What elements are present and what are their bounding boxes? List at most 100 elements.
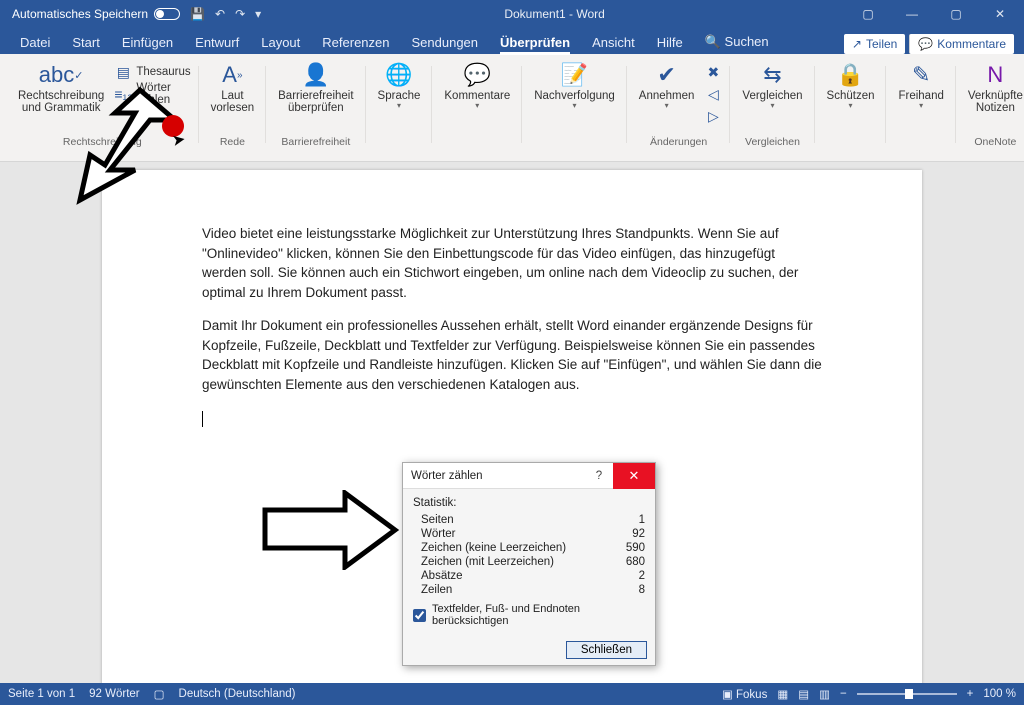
paragraph-1: Video bietet eine leistungsstarke Möglic… xyxy=(202,224,822,302)
tab-referenzen[interactable]: Referenzen xyxy=(312,31,399,54)
zoom-in[interactable]: + xyxy=(967,688,974,700)
status-proof-icon[interactable]: ▢ xyxy=(154,687,165,701)
reject-button[interactable]: ✖ xyxy=(702,62,724,82)
maximize-icon[interactable]: ▢ xyxy=(936,7,976,21)
accept-button[interactable]: ✔ Annehmen ▾ xyxy=(633,58,701,112)
compare-icon: ⇆ xyxy=(763,60,781,90)
zoom-slider[interactable] xyxy=(857,693,957,695)
comments-button[interactable]: 💬Kommentare xyxy=(909,34,1014,54)
minimize-icon[interactable]: — xyxy=(892,7,932,21)
tracking-icon: 📝 xyxy=(561,60,588,90)
group-onenote: N Verknüpfte Notizen OneNote xyxy=(956,58,1024,161)
view-print-icon[interactable]: ▤ xyxy=(798,687,809,701)
share-button[interactable]: ↗Teilen xyxy=(844,34,905,54)
thesaurus-button[interactable]: ▤Thesaurus xyxy=(112,62,192,82)
language-button[interactable]: 🌐 Sprache ▾ xyxy=(372,58,427,112)
group-read: A» Laut vorlesen Rede xyxy=(199,58,266,161)
close-icon[interactable]: ✕ xyxy=(980,7,1020,21)
stats-header: Statistik: xyxy=(413,497,645,509)
read-aloud-button[interactable]: A» Laut vorlesen xyxy=(205,58,260,116)
dialog-close-action[interactable]: Schließen xyxy=(566,641,647,659)
reject-icon: ✖ xyxy=(704,64,722,81)
prev-icon: ◁ xyxy=(704,86,722,103)
tab-layout[interactable]: Layout xyxy=(251,31,310,54)
stat-row: Absätze2 xyxy=(413,569,645,583)
status-page[interactable]: Seite 1 von 1 xyxy=(8,688,75,700)
ribbon-tabs: Datei Start Einfügen Entwurf Layout Refe… xyxy=(0,28,1024,54)
chevron-down-icon: ▾ xyxy=(665,101,669,110)
zoom-value[interactable]: 100 % xyxy=(983,688,1016,700)
tab-entwurf[interactable]: Entwurf xyxy=(185,31,249,54)
protect-button[interactable]: 🔒 Schützen ▾ xyxy=(821,58,881,112)
chevron-down-icon: ▾ xyxy=(397,101,401,110)
zoom-out[interactable]: − xyxy=(840,688,847,700)
chevron-down-icon: ▾ xyxy=(770,101,774,110)
group-compare: ⇆ Vergleichen ▾ Vergleichen xyxy=(730,58,814,161)
ink-button[interactable]: ✎ Freihand ▾ xyxy=(892,58,949,112)
group-tracking: 📝 Nachverfolgung ▾ xyxy=(522,58,627,161)
chevron-down-icon: ▾ xyxy=(849,101,853,110)
ribbon-options-icon[interactable]: ▢ xyxy=(848,7,888,21)
undo-icon[interactable]: ↶ xyxy=(215,7,225,21)
prev-button[interactable]: ◁ xyxy=(702,84,724,104)
comment-icon: 💬 xyxy=(464,60,491,90)
status-bar: Seite 1 von 1 92 Wörter ▢ Deutsch (Deuts… xyxy=(0,683,1024,705)
toggle-icon[interactable] xyxy=(154,8,180,20)
checkbox-input[interactable] xyxy=(413,609,426,622)
compare-button[interactable]: ⇆ Vergleichen ▾ xyxy=(736,58,808,112)
chevron-down-icon: ▾ xyxy=(475,101,479,110)
pen-icon: ✎ xyxy=(912,60,930,90)
group-comments: 💬 Kommentare ▾ xyxy=(432,58,522,161)
onenote-button[interactable]: N Verknüpfte Notizen xyxy=(962,58,1024,116)
group-accessibility: 👤 Barrierefreiheit überprüfen Barrierefr… xyxy=(266,58,365,161)
save-icon[interactable]: 💾 xyxy=(190,7,205,21)
book-icon: ▤ xyxy=(114,64,132,81)
status-words[interactable]: 92 Wörter xyxy=(89,688,140,700)
view-web-icon[interactable]: ▥ xyxy=(819,687,830,701)
tab-start[interactable]: Start xyxy=(62,31,109,54)
tab-datei[interactable]: Datei xyxy=(10,31,60,54)
dialog-help-button[interactable]: ? xyxy=(585,470,613,482)
word-count-dialog: Wörter zählen ? ✕ Statistik: Seiten1 Wör… xyxy=(402,462,656,666)
focus-mode[interactable]: ▣ Fokus xyxy=(722,687,767,701)
dialog-title: Wörter zählen xyxy=(403,470,585,482)
next-button[interactable]: ▷ xyxy=(702,106,724,126)
comment-icon: 💬 xyxy=(918,37,933,51)
tab-search[interactable]: 🔍 Suchen xyxy=(695,30,779,54)
redo-icon[interactable]: ↷ xyxy=(235,7,245,21)
accessibility-button[interactable]: 👤 Barrierefreiheit überprüfen xyxy=(272,58,359,116)
paragraph-2: Damit Ihr Dokument ein professionelles A… xyxy=(202,316,822,394)
tracking-dropdown[interactable]: 📝 Nachverfolgung ▾ xyxy=(528,58,621,112)
share-icon: ↗ xyxy=(852,37,862,51)
include-textboxes-checkbox[interactable]: Textfelder, Fuß- und Endnoten berücksich… xyxy=(413,603,645,627)
group-protect: 🔒 Schützen ▾ xyxy=(815,58,887,161)
tab-ansicht[interactable]: Ansicht xyxy=(582,31,645,54)
accept-icon: ✔ xyxy=(657,60,675,90)
next-icon: ▷ xyxy=(704,108,722,125)
lock-icon: 🔒 xyxy=(837,60,864,90)
autosave-label: Automatisches Speichern xyxy=(12,7,148,21)
dialog-close-button[interactable]: ✕ xyxy=(613,463,655,489)
group-changes: ✔ Annehmen ▾ ✖ ◁ ▷ Änderungen xyxy=(627,58,731,161)
status-language[interactable]: Deutsch (Deutschland) xyxy=(179,688,296,700)
accessibility-icon: 👤 xyxy=(302,60,329,90)
view-read-icon[interactable]: ▦ xyxy=(777,687,788,701)
globe-icon: 🌐 xyxy=(385,60,412,90)
annotation-arrow-1 xyxy=(40,85,180,205)
text-cursor xyxy=(202,411,203,427)
stat-row: Zeilen8 xyxy=(413,583,645,597)
group-ink: ✎ Freihand ▾ xyxy=(886,58,955,161)
tab-hilfe[interactable]: Hilfe xyxy=(647,31,693,54)
search-icon: 🔍 xyxy=(705,34,725,49)
group-language: 🌐 Sprache ▾ xyxy=(366,58,433,161)
comments-dropdown[interactable]: 💬 Kommentare ▾ xyxy=(438,58,516,112)
tab-ueberpruefen[interactable]: Überprüfen xyxy=(490,31,580,54)
onenote-icon: N xyxy=(987,60,1003,90)
window-controls: ▢ — ▢ ✕ xyxy=(848,7,1020,21)
tab-einfuegen[interactable]: Einfügen xyxy=(112,31,183,54)
chevron-down-icon: ▾ xyxy=(573,101,577,110)
document-title: Dokument1 - Word xyxy=(261,7,848,21)
autosave-toggle[interactable]: Automatisches Speichern xyxy=(4,7,180,21)
tab-sendungen[interactable]: Sendungen xyxy=(402,31,489,54)
quick-access-toolbar: 💾 ↶ ↷ ▾ xyxy=(190,7,261,21)
